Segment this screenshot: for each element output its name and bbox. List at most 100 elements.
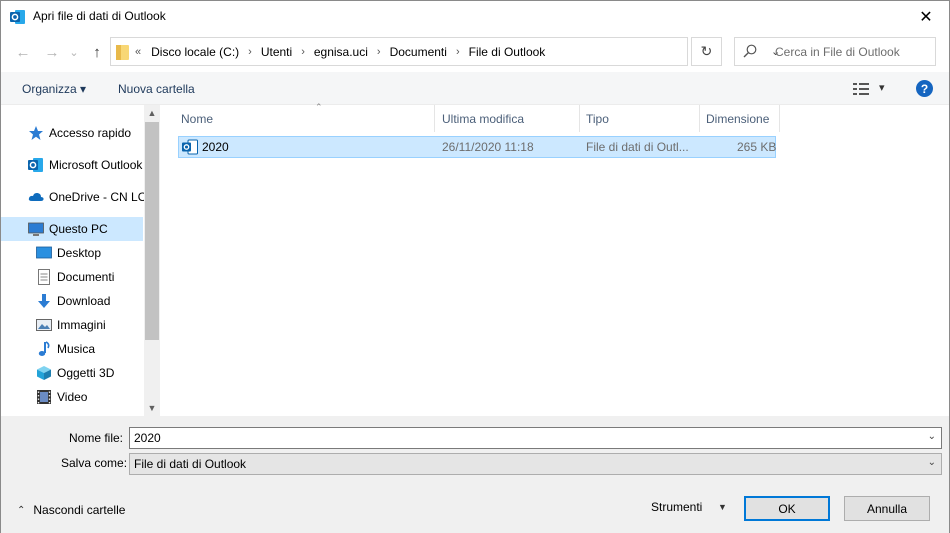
help-icon: ? [920,81,929,96]
scroll-thumb[interactable] [145,122,159,340]
sidebar-item-label: Accesso rapido [49,126,132,140]
path-overflow-icon[interactable]: « [135,46,141,58]
desktop-icon [36,246,52,259]
chevron-down-icon[interactable]: ⌄ [928,431,936,442]
sidebar-item-downloads[interactable]: Download [1,289,143,313]
search-icon [743,44,757,58]
sidebar-item-label: Video [57,390,88,404]
sidebar-item-label: Questo PC [49,222,108,236]
breadcrumb-separator-icon[interactable]: › [301,46,305,58]
forward-button[interactable]: → [42,42,62,62]
column-header-name[interactable]: ⌃ Nome [175,102,435,132]
sidebar-item-music[interactable]: Musica [1,337,143,361]
file-name-input[interactable]: 2020 ⌄ [129,427,942,449]
close-icon: ✕ [919,8,933,26]
breadcrumb-item[interactable]: Utenti [261,45,292,59]
title-bar: Apri file di dati di Outlook ✕ [1,1,949,32]
breadcrumb-separator-icon[interactable]: › [248,46,252,58]
sidebar-item-label: Microsoft Outlook [49,158,143,172]
tools-button[interactable]: Strumenti [651,500,702,514]
help-button[interactable]: ? [916,80,933,97]
sort-ascending-icon: ⌃ [315,102,323,112]
file-row[interactable]: 2020 26/11/2020 11:18 File di dati di Ou… [178,136,776,158]
search-input[interactable]: Cerca in File di Outlook [734,37,936,66]
file-name-value: 2020 [134,431,161,445]
scroll-up-button[interactable]: ▲ [144,105,160,121]
cloud-icon [28,192,44,201]
file-name-label: Nome file: [69,431,124,445]
file-list: ⌃ Nome Ultima modifica Tipo Dimensione 2… [161,102,949,416]
chevron-down-icon: ⌄ [69,46,79,59]
tools-dropdown-icon[interactable]: ▼ [718,502,727,512]
file-name: 2020 [202,140,229,154]
hide-folders-label: Nascondi cartelle [33,503,126,517]
ok-button[interactable]: OK [744,496,830,521]
sidebar-item-label: Documenti [57,270,115,284]
sidebar-item-this-pc[interactable]: Questo PC [1,217,143,241]
breadcrumb-item[interactable]: egnisa.uci [314,45,368,59]
breadcrumb-separator-icon[interactable]: › [456,46,460,58]
column-header-size[interactable]: Dimensione [700,105,780,132]
sidebar-item-documents[interactable]: Documenti [1,265,143,289]
arrow-right-icon: → [44,43,60,61]
outlook-icon [28,158,43,172]
breadcrumb-item[interactable]: Disco locale (C:) [151,45,239,59]
change-view-button[interactable]: ▾ [853,81,889,97]
arrow-up-icon: ↑ [93,43,101,61]
breadcrumb-item[interactable]: Documenti [390,45,447,59]
outlook-data-file-icon [182,139,198,155]
scroll-down-button[interactable]: ▼ [144,400,160,416]
document-icon [38,269,50,285]
refresh-button[interactable]: ↻ [691,37,722,66]
close-button[interactable]: ✕ [903,1,949,32]
recent-locations-button[interactable]: ⌄ [64,42,84,62]
up-button[interactable]: ↑ [87,42,107,62]
chevron-up-icon: ⌃ [17,504,26,516]
sidebar-item-desktop[interactable]: Desktop [1,241,143,265]
cancel-button[interactable]: Annulla [844,496,930,521]
video-icon [37,390,51,404]
file-size: 265 KB [737,140,777,154]
organize-button[interactable]: Organizza ▾ [22,82,86,96]
folder-icon [116,45,129,60]
refresh-icon: ↻ [700,43,713,59]
back-button[interactable]: ← [13,42,33,62]
breadcrumb: « Disco locale (C:) › Utenti › egnisa.uc… [135,45,545,59]
chevron-up-icon: ▲ [147,108,157,118]
details-view-icon [853,83,869,95]
sidebar-item-onedrive[interactable]: OneDrive - CN LO [1,185,147,209]
command-toolbar: Organizza ▾ Nuova cartella ▾ ? [1,72,949,105]
sidebar-item-label: Oggetti 3D [57,366,115,380]
column-header-type[interactable]: Tipo [580,105,700,132]
download-icon [38,294,50,308]
sidebar-item-videos[interactable]: Video [1,385,143,409]
file-type-select[interactable]: File di dati di Outlook ⌄ [129,453,942,475]
column-header-label: Ultima modifica [442,111,525,126]
view-options-arrow-icon: ▾ [879,82,885,94]
sidebar-item-quick-access[interactable]: Accesso rapido [1,121,143,145]
cube-icon [37,366,51,380]
navigation-bar: ← → ⌄ ↑ « Disco locale (C:) › Utenti › e… [1,32,949,72]
column-header-modified[interactable]: Ultima modifica [436,105,580,132]
address-bar[interactable]: « Disco locale (C:) › Utenti › egnisa.uc… [110,37,780,66]
sidebar-scrollbar[interactable]: ▲ ▼ [144,105,160,416]
sidebar-item-label: OneDrive - CN LO [49,190,148,204]
star-icon [29,126,43,140]
hide-folders-button[interactable]: ⌃ Nascondi cartelle [17,503,125,517]
cancel-button-label: Annulla [866,501,908,516]
new-folder-button[interactable]: Nuova cartella [118,82,195,96]
chevron-down-icon: ▼ [147,403,157,413]
file-type: File di dati di Outl... [586,140,689,154]
breadcrumb-item[interactable]: File di Outlook [469,45,546,59]
sidebar-item-pictures[interactable]: Immagini [1,313,143,337]
file-type-value: File di dati di Outlook [134,457,247,471]
sidebar-item-label: Immagini [57,318,106,332]
breadcrumb-separator-icon[interactable]: › [377,46,381,58]
sidebar-item-microsoft-outlook[interactable]: Microsoft Outlook [1,153,143,177]
column-header-label: Nome [181,111,214,126]
save-as-label: Salva come: [61,456,128,470]
sidebar-item-3d-objects[interactable]: Oggetti 3D [1,361,143,385]
open-file-dialog: Apri file di dati di Outlook ✕ ← → ⌄ ↑ «… [0,0,950,533]
sidebar-item-label: Musica [57,342,96,356]
sidebar-item-label: Download [57,294,111,308]
